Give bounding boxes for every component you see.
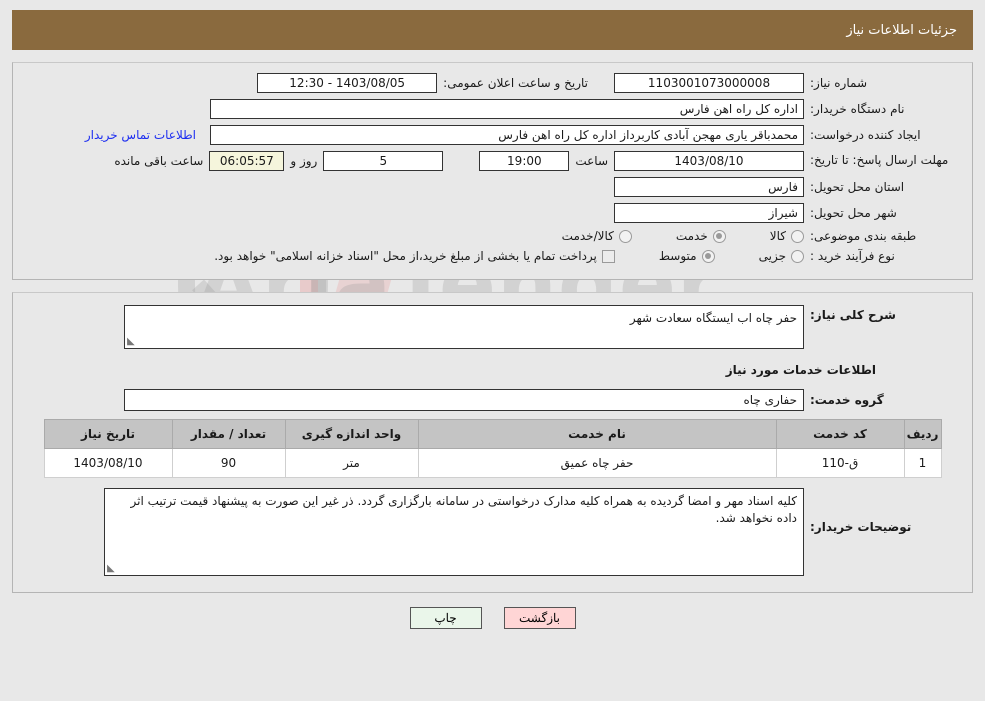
buyer-org-label: نام دستگاه خریدار: xyxy=(810,102,905,116)
need-number-value: 1103001073000008 xyxy=(614,73,804,93)
page-title-bar: جزئیات اطلاعات نیاز xyxy=(12,10,973,50)
purchase-type-option-motevaset[interactable]: متوسط xyxy=(659,249,715,263)
buyer-notes-textarea[interactable]: کلیه اسناد مهر و امضا گردیده به همراه کل… xyxy=(104,488,804,576)
column-header-name: نام خدمت xyxy=(417,419,777,449)
row-delivery-province: استان محل تحویل: فارس xyxy=(13,177,972,197)
table-row[interactable]: 1 ق-110 حفر چاه عمیق متر 90 1403/08/10 xyxy=(43,448,942,478)
general-description-value: حفر چاه اب ایستگاه سعادت شهر xyxy=(629,311,797,325)
delivery-province-value: فارس xyxy=(614,177,804,197)
row-response-deadline: مهلت ارسال پاسخ: تا تاریخ: 1403/08/10 سا… xyxy=(13,151,972,171)
remaining-hours-label: ساعت باقی مانده xyxy=(114,154,204,168)
classification-option-kala[interactable]: کالا xyxy=(770,229,804,243)
row-buyer-org: نام دستگاه خریدار: اداره کل راه اهن فارس xyxy=(13,99,972,119)
treasury-bond-checkbox-icon[interactable] xyxy=(601,249,615,263)
classification-option-kala-label: کالا xyxy=(769,229,786,243)
row-classification: طبقه بندی موضوعی: کالا خدمت کالا/خدمت xyxy=(13,229,972,243)
radio-jozii-icon[interactable] xyxy=(791,249,804,263)
radio-motevaset-icon[interactable] xyxy=(701,249,715,263)
cell-index: 1 xyxy=(903,448,942,478)
remaining-time-value: 06:05:57 xyxy=(209,151,285,171)
delivery-city-label: شهر محل تحویل: xyxy=(810,206,897,220)
row-general-description: شرح کلی نیاز: حفر چاه اب ایستگاه سعادت ش… xyxy=(13,305,972,349)
request-creator-label: ایجاد کننده درخواست: xyxy=(810,128,921,142)
purchase-type-label: نوع فرآیند خرید : xyxy=(810,249,895,263)
table-header-row: ردیف کد خدمت نام خدمت واحد اندازه گیری ت… xyxy=(43,419,942,449)
radio-kala-icon[interactable] xyxy=(791,229,804,243)
deadline-hour-label: ساعت xyxy=(575,154,608,168)
treasury-bond-checkbox-group[interactable]: پرداخت تمام یا بخشی از مبلغ خرید،از محل … xyxy=(214,249,615,263)
deadline-time-value: 19:00 xyxy=(479,151,570,171)
cell-code: ق-110 xyxy=(775,448,905,478)
cell-name: حفر چاه عمیق xyxy=(417,448,777,478)
row-purchase-type: نوع فرآیند خرید : جزیی متوسط پرداخت تمام… xyxy=(13,249,972,263)
service-group-value-box: حفاری چاه xyxy=(124,389,804,411)
page-root: جزئیات اطلاعات نیاز شماره نیاز: 11030010… xyxy=(0,10,985,629)
column-header-date: تاریخ نیاز xyxy=(43,419,173,449)
buyer-notes-label: توضیحات خریدار: xyxy=(810,520,912,534)
cell-quantity: 90 xyxy=(171,448,286,478)
request-creator-value: محمدباقر یاری مهجن آبادی کاربرداز اداره … xyxy=(210,125,804,145)
footer-actions: بازگشت چاپ xyxy=(0,607,985,629)
purchase-type-option-jozii-label: جزیی xyxy=(758,249,786,263)
row-request-creator: ایجاد کننده درخواست: محمدباقر یاری مهجن … xyxy=(13,125,972,145)
radio-khedmat-icon[interactable] xyxy=(712,229,726,243)
delivery-city-value: شیراز xyxy=(614,203,804,223)
announcement-label: تاریخ و ساعت اعلان عمومی: xyxy=(443,76,588,90)
column-header-code: کد خدمت xyxy=(775,419,905,449)
service-items-table: ردیف کد خدمت نام خدمت واحد اندازه گیری ت… xyxy=(43,419,942,478)
column-header-quantity: تعداد / مقدار xyxy=(171,419,286,449)
classification-option-khedmat-label: خدمت xyxy=(675,229,708,243)
need-number-label: شماره نیاز: xyxy=(810,76,867,90)
response-deadline-label: مهلت ارسال پاسخ: تا تاریخ: xyxy=(810,153,949,168)
resize-grip-icon[interactable]: ◢ xyxy=(127,336,137,347)
deadline-date-value: 1403/08/10 xyxy=(614,151,804,171)
need-info-panel: شماره نیاز: 1103001073000008 تاریخ و ساع… xyxy=(12,62,973,280)
radio-kala-khedmat-icon[interactable] xyxy=(618,229,632,243)
remaining-days-label: روز و xyxy=(290,154,318,168)
need-details-panel: شرح کلی نیاز: حفر چاه اب ایستگاه سعادت ش… xyxy=(12,292,973,593)
remaining-days-value: 5 xyxy=(323,151,444,171)
purchase-type-option-jozii[interactable]: جزیی xyxy=(759,249,804,263)
classification-option-kala-khedmat-label: کالا/خدمت xyxy=(561,229,614,243)
row-service-group: گروه خدمت: حفاری چاه xyxy=(13,389,972,411)
cell-date: 1403/08/10 xyxy=(43,448,173,478)
service-group-value: حفاری چاه xyxy=(743,393,797,407)
announcement-value: 1403/08/05 - 12:30 xyxy=(257,73,438,93)
resize-grip-icon-notes[interactable]: ◢ xyxy=(107,563,117,574)
print-button[interactable]: چاپ xyxy=(409,607,482,629)
buyer-contact-link[interactable]: اطلاعات تماس خریدار xyxy=(85,128,196,142)
classification-option-khedmat[interactable]: خدمت xyxy=(676,229,726,243)
service-group-label: گروه خدمت: xyxy=(810,393,884,407)
column-header-unit: واحد اندازه گیری xyxy=(284,419,419,449)
cell-unit: متر xyxy=(284,448,419,478)
treasury-bond-checkbox-label: پرداخت تمام یا بخشی از مبلغ خرید،از محل … xyxy=(214,249,597,263)
buyer-notes-value: کلیه اسناد مهر و امضا گردیده به همراه کل… xyxy=(130,494,797,526)
classification-option-kala-khedmat[interactable]: کالا/خدمت xyxy=(562,229,632,243)
row-buyer-notes: توضیحات خریدار: کلیه اسناد مهر و امضا گر… xyxy=(13,488,972,576)
back-button[interactable]: بازگشت xyxy=(503,607,576,629)
purchase-type-option-motevaset-label: متوسط xyxy=(658,249,697,263)
general-description-label: شرح کلی نیاز: xyxy=(810,308,896,322)
services-section-title: اطلاعات خدمات مورد نیاز xyxy=(725,363,876,377)
general-description-textarea[interactable]: حفر چاه اب ایستگاه سعادت شهر ◢ xyxy=(124,305,804,349)
page-title: جزئیات اطلاعات نیاز xyxy=(846,22,957,38)
buyer-org-value: اداره کل راه اهن فارس xyxy=(210,99,804,119)
row-need-number: شماره نیاز: 1103001073000008 تاریخ و ساع… xyxy=(13,73,972,93)
classification-label: طبقه بندی موضوعی: xyxy=(810,229,917,243)
column-header-index: ردیف xyxy=(903,419,942,449)
row-delivery-city: شهر محل تحویل: شیراز xyxy=(13,203,972,223)
delivery-province-label: استان محل تحویل: xyxy=(810,180,905,194)
